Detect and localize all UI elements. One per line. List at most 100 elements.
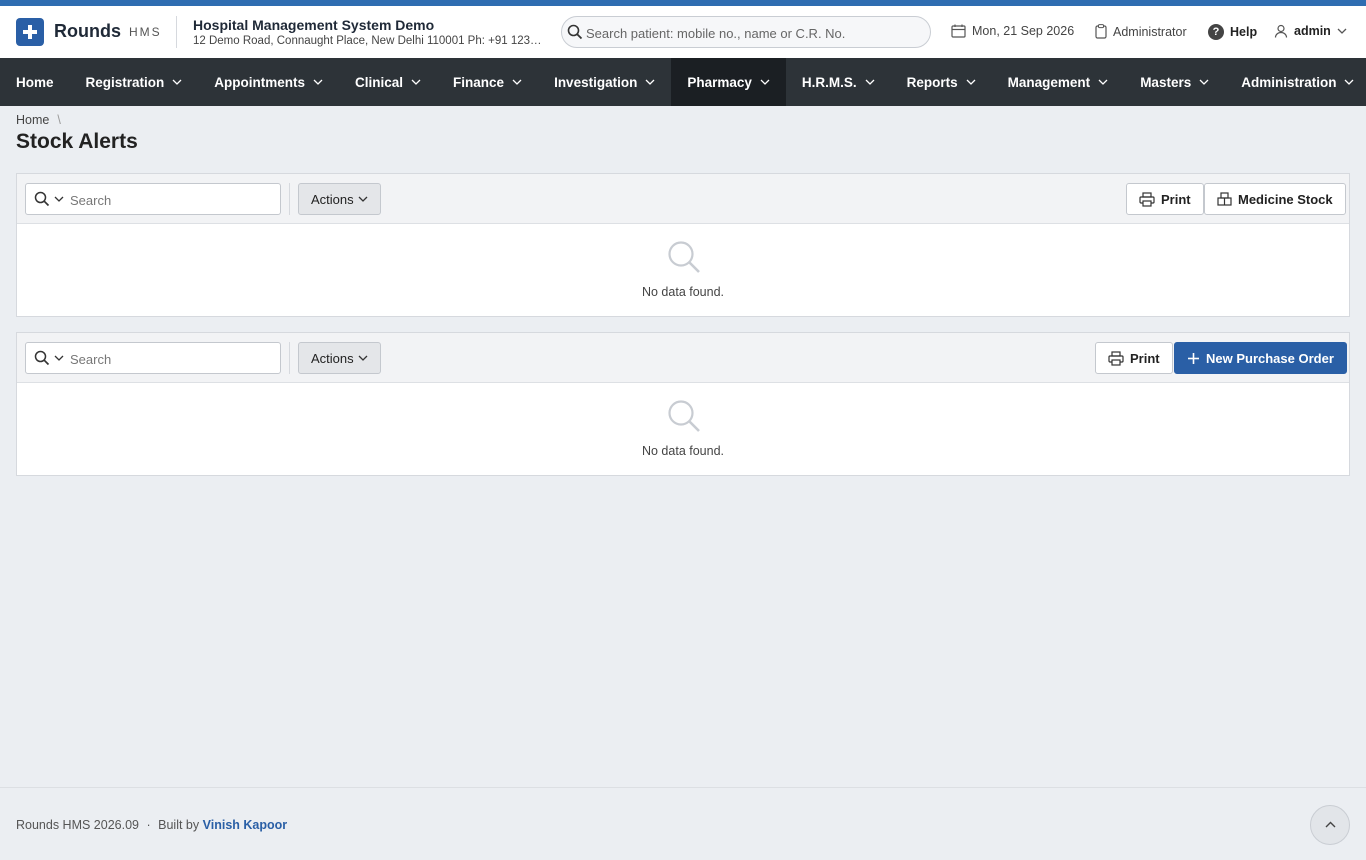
nav-item-label: Registration bbox=[85, 74, 165, 90]
brand-logo[interactable] bbox=[16, 18, 44, 46]
search-icon bbox=[34, 191, 50, 207]
nav-item-registration[interactable]: Registration bbox=[70, 58, 199, 106]
purchase-orders-panel: Actions Print New Purchase Order No data… bbox=[16, 332, 1350, 476]
nav-item-management[interactable]: Management bbox=[992, 58, 1125, 106]
breadcrumb: Home \ bbox=[16, 113, 61, 127]
plus-icon bbox=[23, 25, 37, 39]
calendar-icon bbox=[951, 24, 966, 38]
nav-item-investigation[interactable]: Investigation bbox=[538, 58, 671, 106]
search-icon bbox=[34, 350, 50, 366]
header-date-label: Mon, 21 Sep 2026 bbox=[972, 24, 1075, 38]
panel-toolbar: Actions Print Medicine Stock bbox=[17, 174, 1349, 224]
chevron-down-icon bbox=[313, 79, 323, 85]
nav-item-label: Investigation bbox=[554, 74, 638, 90]
nav-item-administration[interactable]: Administration bbox=[1225, 58, 1366, 106]
nav-item-masters[interactable]: Masters bbox=[1124, 58, 1225, 106]
org-name: Hospital Management System Demo bbox=[193, 17, 435, 33]
nav-item-label: Administration bbox=[1241, 74, 1337, 90]
brand-name: Rounds bbox=[54, 21, 121, 41]
app-footer: Rounds HMS 2026.09 · Built by Vinish Kap… bbox=[0, 787, 1366, 860]
nav-item-label: Home bbox=[16, 74, 54, 90]
nav-item-clinical[interactable]: Clinical bbox=[339, 58, 437, 106]
panel-search-input[interactable] bbox=[70, 190, 270, 210]
footer-version: Rounds HMS 2026.09 bbox=[16, 818, 139, 832]
stock-alerts-panel: Actions Print Medicine Stock No data fou… bbox=[16, 173, 1350, 317]
clipboard-icon bbox=[1095, 24, 1107, 39]
actions-label: Actions bbox=[311, 191, 354, 207]
printer-icon bbox=[1108, 350, 1124, 366]
empty-state: No data found. bbox=[17, 224, 1349, 316]
header-role[interactable]: Administrator bbox=[1095, 24, 1187, 39]
chevron-down-icon bbox=[966, 79, 976, 85]
nav-item-appointments[interactable]: Appointments bbox=[198, 58, 339, 106]
header-divider bbox=[176, 16, 177, 48]
chevron-down-icon bbox=[512, 79, 522, 85]
nav-item-h-r-m-s[interactable]: H.R.M.S. bbox=[786, 58, 891, 106]
chevron-down-icon bbox=[1098, 79, 1108, 85]
search-icon bbox=[668, 400, 700, 432]
actions-button[interactable]: Actions bbox=[298, 342, 381, 374]
nav-item-label: Masters bbox=[1140, 74, 1192, 90]
empty-message: No data found. bbox=[641, 444, 724, 458]
help-label: Help bbox=[1230, 25, 1258, 39]
nav-item-pharmacy[interactable]: Pharmacy bbox=[671, 58, 786, 106]
printer-icon bbox=[1139, 191, 1155, 207]
nav-item-label: Reports bbox=[906, 74, 958, 90]
empty-state: No data found. bbox=[17, 383, 1349, 475]
scroll-to-top-button[interactable] bbox=[1310, 805, 1350, 845]
footer-built-by: Built by bbox=[158, 818, 200, 832]
nav-item-label: Clinical bbox=[355, 74, 404, 90]
user-icon bbox=[1274, 24, 1288, 38]
print-button[interactable]: Print bbox=[1095, 342, 1173, 374]
chevron-down-icon[interactable] bbox=[54, 355, 64, 361]
page-title: Stock Alerts bbox=[16, 130, 138, 153]
breadcrumb-home[interactable]: Home bbox=[16, 113, 49, 127]
org-address: 12 Demo Road, Connaught Place, New Delhi… bbox=[193, 35, 542, 47]
patient-search-input[interactable] bbox=[586, 22, 916, 44]
nav-item-label: Management bbox=[1007, 74, 1091, 90]
help-link[interactable]: ? Help bbox=[1208, 24, 1257, 40]
chevron-down-icon bbox=[1199, 79, 1209, 85]
user-name: admin bbox=[1294, 24, 1331, 38]
plus-icon bbox=[1188, 352, 1199, 364]
chevron-down-icon bbox=[1345, 79, 1354, 85]
header-date[interactable]: Mon, 21 Sep 2026 bbox=[951, 24, 1074, 38]
chevron-down-icon bbox=[358, 355, 368, 361]
header-role-label: Administrator bbox=[1113, 24, 1187, 39]
chevron-down-icon bbox=[172, 79, 182, 85]
user-menu[interactable]: admin bbox=[1274, 24, 1347, 38]
medicine-stock-button[interactable]: Medicine Stock bbox=[1204, 183, 1346, 215]
chevron-down-icon bbox=[865, 79, 875, 85]
breadcrumb-separator: \ bbox=[57, 113, 61, 127]
chevron-down-icon bbox=[411, 79, 421, 85]
brand-tag: HMS bbox=[129, 25, 162, 39]
new-purchase-order-button[interactable]: New Purchase Order bbox=[1174, 342, 1347, 374]
main-navigation: Home Registration Appointments Clinical Fina… bbox=[0, 58, 1366, 106]
nav-item-label: Pharmacy bbox=[687, 74, 752, 90]
empty-message: No data found. bbox=[641, 285, 724, 299]
chevron-down-icon[interactable] bbox=[54, 196, 64, 202]
toolbar-separator bbox=[289, 183, 290, 215]
nav-item-finance[interactable]: Finance bbox=[437, 58, 538, 106]
toolbar-separator bbox=[289, 342, 290, 374]
nav-item-label: H.R.M.S. bbox=[801, 74, 857, 90]
panel-search bbox=[25, 183, 281, 215]
print-label: Print bbox=[1161, 191, 1191, 207]
panel-toolbar: Actions Print New Purchase Order bbox=[17, 333, 1349, 383]
nav-item-home[interactable]: Home bbox=[0, 58, 70, 106]
chevron-down-icon bbox=[645, 79, 655, 85]
app-header: Rounds HMS Hospital Management System De… bbox=[0, 6, 1366, 58]
nav-item-reports[interactable]: Reports bbox=[891, 58, 992, 106]
medicine-stock-label: Medicine Stock bbox=[1238, 191, 1333, 207]
actions-button[interactable]: Actions bbox=[298, 183, 381, 215]
actions-label: Actions bbox=[311, 350, 354, 366]
search-icon bbox=[668, 241, 700, 273]
chevron-down-icon bbox=[1337, 28, 1347, 34]
medicine-box-icon bbox=[1217, 192, 1232, 206]
help-icon: ? bbox=[1208, 24, 1224, 40]
print-button[interactable]: Print bbox=[1126, 183, 1204, 215]
panel-search-input[interactable] bbox=[70, 349, 270, 369]
footer-author-link[interactable]: Vinish Kapoor bbox=[203, 818, 288, 832]
footer-text: Rounds HMS 2026.09 · Built by Vinish Kap… bbox=[16, 818, 287, 832]
new-purchase-order-label: New Purchase Order bbox=[1206, 350, 1334, 366]
